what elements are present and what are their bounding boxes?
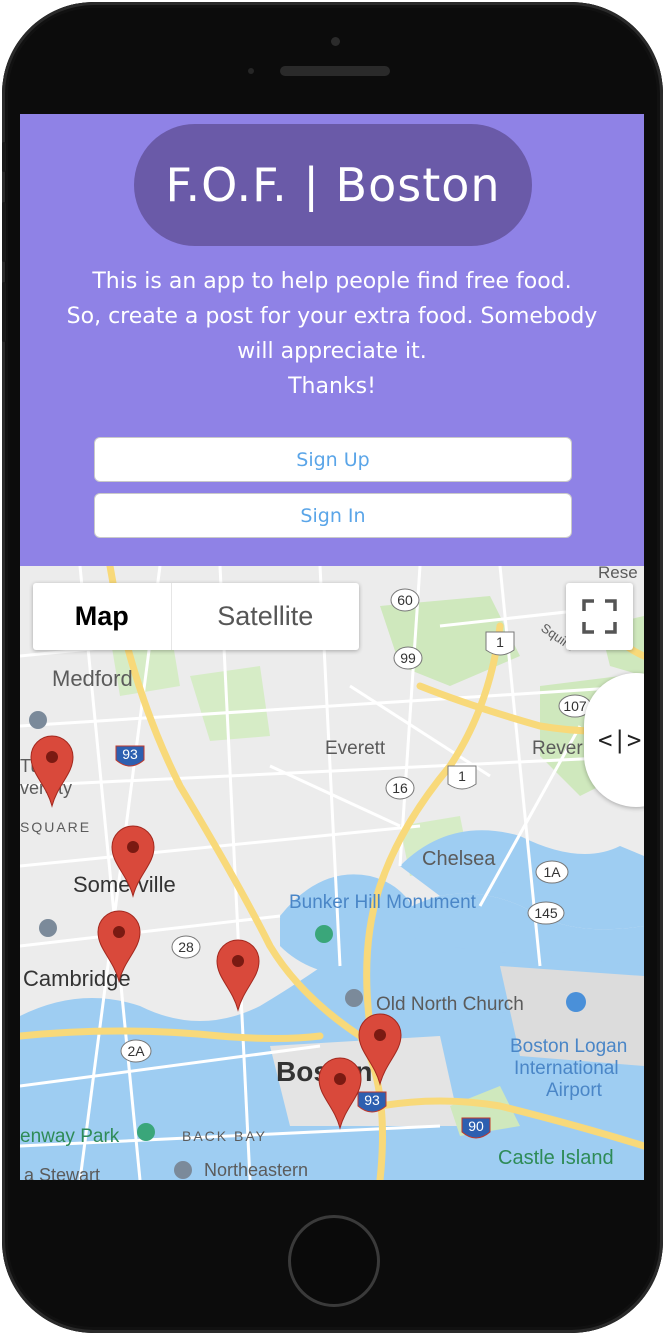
mute-switch xyxy=(2,142,6,172)
map-type-satellite-button[interactable]: Satellite xyxy=(172,583,359,650)
university-icon xyxy=(29,711,47,729)
volume-up-button xyxy=(2,202,6,262)
route-shield: 1 xyxy=(485,631,515,656)
place-label: SQUARE xyxy=(20,819,91,835)
place-label: Everett xyxy=(325,738,386,759)
place-label: International xyxy=(514,1058,619,1079)
intro-line: Thanks! xyxy=(288,374,376,399)
app-header: F.O.F. | Boston This is an app to help p… xyxy=(20,114,644,566)
earpiece-speaker xyxy=(280,66,390,76)
svg-text:16: 16 xyxy=(392,780,408,796)
map-type-map-button[interactable]: Map xyxy=(33,583,172,650)
sign-up-button[interactable]: Sign Up xyxy=(94,437,572,482)
google-map[interactable]: 60 1 99 107 93 16 1 1A 145 28 2A 93 90 M… xyxy=(20,566,644,1180)
place-label: Chelsea xyxy=(422,848,496,870)
place-label: Old North Church xyxy=(376,994,524,1015)
place-label: Castle Island xyxy=(498,1147,614,1169)
place-label: Medford xyxy=(52,666,133,691)
place-label: enway Park xyxy=(20,1126,120,1147)
svg-text:90: 90 xyxy=(468,1118,484,1134)
svg-text:1: 1 xyxy=(458,768,466,784)
place-label: a Stewart xyxy=(24,1165,100,1180)
svg-text:60: 60 xyxy=(397,592,413,608)
route-shield: 93 xyxy=(115,745,145,767)
svg-text:28: 28 xyxy=(178,939,194,955)
map-type-control: Map Satellite xyxy=(33,583,359,650)
svg-text:107: 107 xyxy=(563,698,587,714)
phone-frame: F.O.F. | Boston This is an app to help p… xyxy=(2,2,663,1333)
airport-icon xyxy=(566,992,586,1012)
route-shield: 2A xyxy=(120,1039,152,1063)
intro-line: So, create a post for your extra food. S… xyxy=(66,304,598,329)
svg-text:93: 93 xyxy=(364,1092,380,1108)
route-shield: 90 xyxy=(461,1117,491,1139)
place-label: Rese xyxy=(598,566,638,582)
route-shield: 16 xyxy=(385,776,415,800)
volume-down-button xyxy=(2,282,6,342)
place-label: Northeastern xyxy=(204,1160,308,1180)
svg-text:145: 145 xyxy=(534,905,558,921)
svg-text:93: 93 xyxy=(122,746,138,762)
proximity-sensor xyxy=(248,68,254,74)
intro-line: will appreciate it. xyxy=(237,339,427,364)
svg-text:2A: 2A xyxy=(127,1043,145,1059)
map-canvas: 60 1 99 107 93 16 1 1A 145 28 2A 93 90 M… xyxy=(20,566,644,1180)
fullscreen-button[interactable] xyxy=(566,583,633,650)
stadium-icon xyxy=(137,1123,155,1141)
route-shield: 99 xyxy=(393,646,423,670)
intro-text: This is an app to help people find free … xyxy=(30,264,634,404)
place-label: Boston Logan xyxy=(510,1036,627,1057)
church-icon xyxy=(345,989,363,1007)
university-icon xyxy=(174,1161,192,1179)
route-shield: 1 xyxy=(447,765,477,790)
park-icon xyxy=(315,925,333,943)
route-shield: 1A xyxy=(535,860,569,884)
app-screen: F.O.F. | Boston This is an app to help p… xyxy=(20,114,644,1180)
fullscreen-icon xyxy=(582,599,617,634)
place-label: BACK BAY xyxy=(182,1128,267,1144)
svg-text:1A: 1A xyxy=(543,864,561,880)
home-button[interactable] xyxy=(288,1215,380,1307)
route-shield: 93 xyxy=(357,1091,387,1113)
app-title: F.O.F. | Boston xyxy=(134,124,532,246)
place-label: Airport xyxy=(546,1080,603,1101)
sign-in-button[interactable]: Sign In xyxy=(94,493,572,538)
svg-text:1: 1 xyxy=(496,634,504,650)
route-shield: 28 xyxy=(171,935,201,959)
place-label: Bunker Hill Monument xyxy=(289,892,477,913)
place-label: Rever xyxy=(532,738,583,759)
university-icon xyxy=(39,919,57,937)
svg-text:99: 99 xyxy=(400,650,416,666)
route-shield: 145 xyxy=(527,901,565,925)
intro-line: This is an app to help people find free … xyxy=(92,269,572,294)
front-camera xyxy=(331,37,340,46)
route-shield: 60 xyxy=(390,588,420,612)
